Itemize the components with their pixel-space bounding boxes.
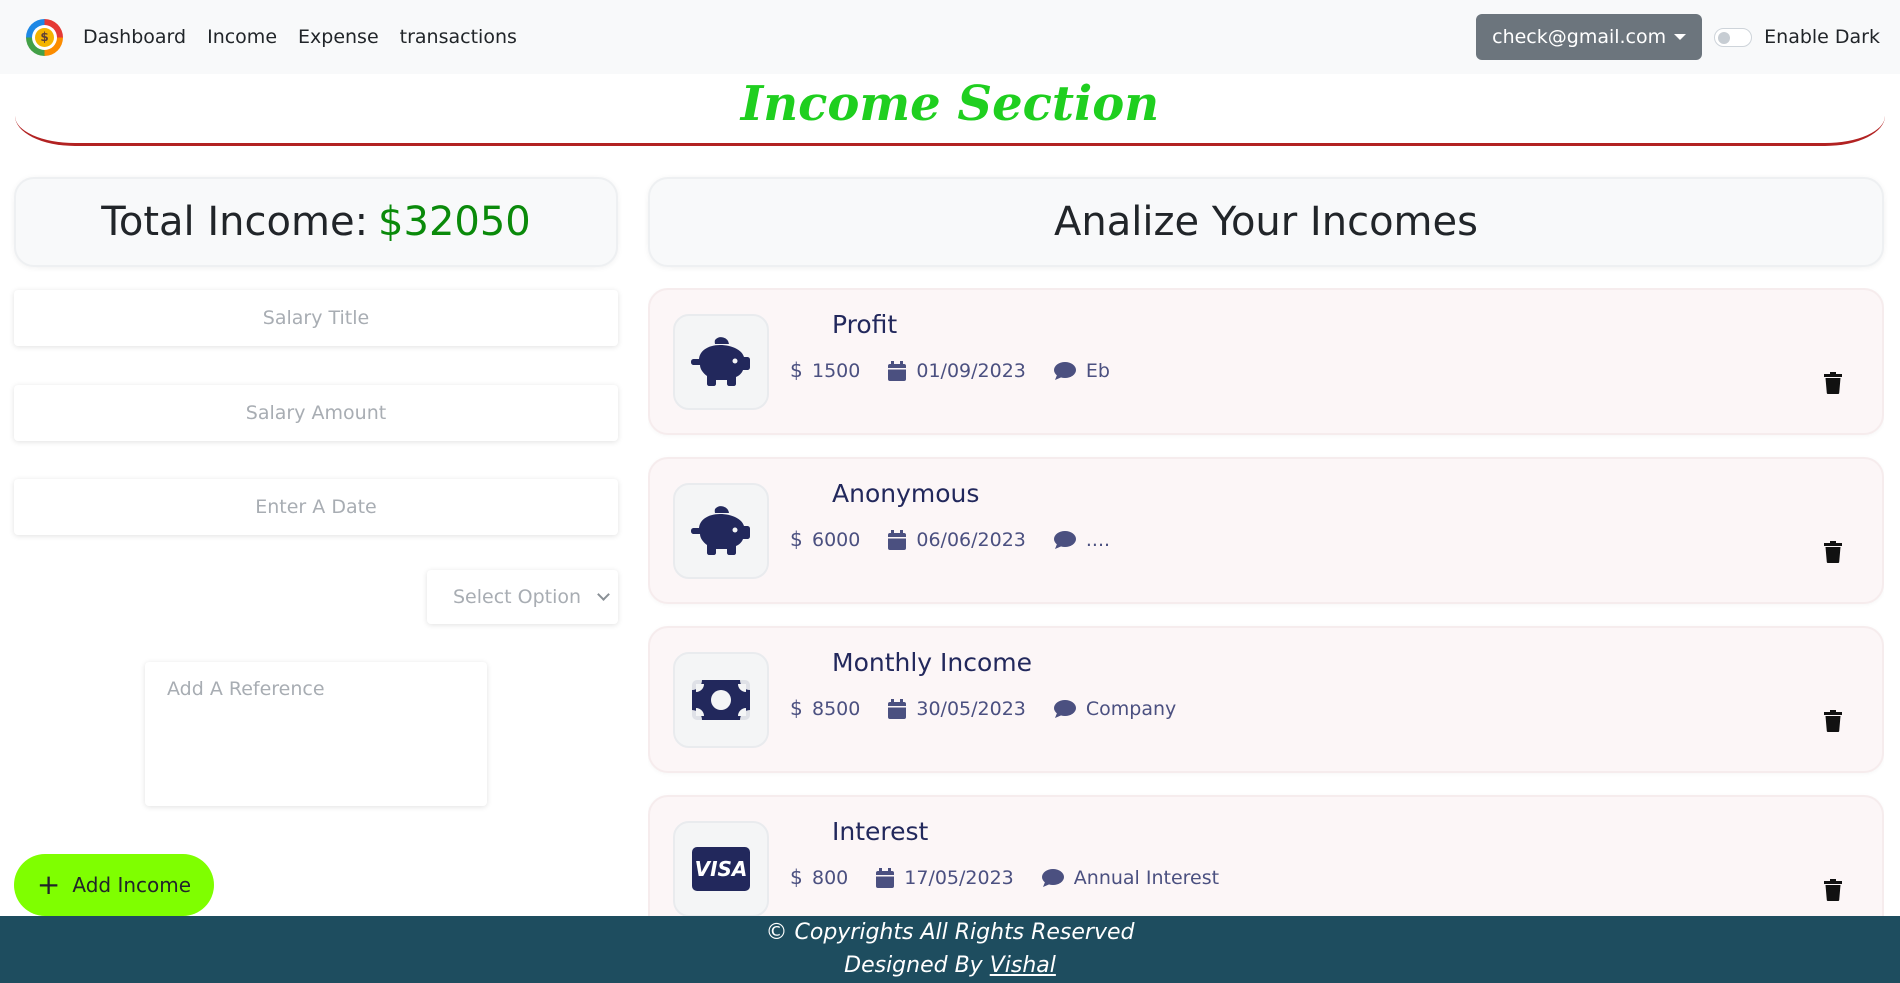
calendar-icon [888,361,907,381]
income-amount: 1500 [812,360,861,382]
delete-trash-icon[interactable] [1824,879,1842,905]
svg-text:$: $ [790,867,802,889]
income-date: 17/05/2023 [904,867,1014,889]
total-income-card: Total Income: $32050 [14,177,618,267]
piggy-bank-icon [673,314,769,410]
comment-icon [1053,362,1076,380]
income-date: 01/09/2023 [916,360,1026,382]
calendar-icon [876,868,895,888]
income-item: VISA Interest $800 17/05/2023 Annual Int… [648,795,1884,916]
income-amount: 800 [812,867,849,889]
income-note: Annual Interest [1073,867,1220,889]
calendar-icon [888,530,907,550]
income-item: Anonymous $6000 06/06/2023 .... [648,457,1884,604]
date-input[interactable] [14,479,618,535]
reference-textarea[interactable] [145,662,487,806]
delete-trash-icon[interactable] [1824,372,1842,398]
income-list: Profit $1500 01/09/2023 Eb Anonymous $60… [648,288,1884,916]
income-meta: $800 17/05/2023 Annual Interest [790,867,1247,889]
dollar-icon: $ [790,867,802,889]
caret-down-icon [1674,34,1687,40]
nav-right: check@gmail.com Enable Dark [1476,14,1880,60]
dollar-icon: $ [790,360,802,382]
page-title: Income Section [740,76,1160,132]
salary-amount-input[interactable] [14,385,618,441]
footer-copyright: © Copyrights All Rights Reserved [765,920,1135,945]
footer-designed-by: Designed By [844,953,983,978]
footer: © Copyrights All Rights Reserved Designe… [0,916,1900,983]
income-note: Company [1085,698,1177,720]
app-logo-icon[interactable]: $ [26,18,63,56]
svg-text:VISA: VISA [695,857,748,881]
nav-link-expense[interactable]: Expense [298,26,379,48]
income-title: Anonymous [832,479,980,508]
dollar-icon: $ [790,529,802,551]
income-meta: $6000 06/06/2023 .... [790,529,1138,551]
analysis-title: Analize Your Incomes [1054,199,1478,245]
income-note: .... [1085,529,1111,551]
income-date: 30/05/2023 [916,698,1026,720]
svg-text:$: $ [790,360,802,382]
money-bill-icon [673,652,769,748]
piggy-bank-icon [673,483,769,579]
svg-text:$: $ [790,529,802,551]
income-item: Profit $1500 01/09/2023 Eb [648,288,1884,435]
user-dropdown-button[interactable]: check@gmail.com [1476,14,1703,60]
section-header: Income Section [15,62,1885,146]
toggle-knob [1718,31,1731,44]
income-title: Monthly Income [832,648,1033,677]
chevron-down-icon [597,588,610,601]
income-meta: $1500 01/09/2023 Eb [790,360,1138,382]
income-title: Profit [832,310,898,339]
income-title: Interest [832,817,929,846]
nav-link-dashboard[interactable]: Dashboard [83,26,186,48]
user-email: check@gmail.com [1492,26,1667,48]
plus-icon: + [36,868,61,901]
svg-text:$: $ [790,698,802,720]
visa-card-icon: VISA [673,821,769,916]
income-meta: $8500 30/05/2023 Company [790,698,1204,720]
dark-mode-toggle[interactable] [1714,27,1753,47]
income-amount: 6000 [812,529,861,551]
dollar-icon: $ [790,698,802,720]
dark-mode-label: Enable Dark [1764,26,1880,48]
income-amount: 8500 [812,698,861,720]
comment-icon [1053,700,1076,718]
footer-credit: Designed By Vishal [0,949,1900,982]
footer-author-link[interactable]: Vishal [990,953,1056,978]
delete-trash-icon[interactable] [1824,710,1842,736]
comment-icon [1041,869,1064,887]
delete-trash-icon[interactable] [1824,541,1842,567]
analysis-header-card: Analize Your Incomes [648,177,1884,267]
add-income-label: Add Income [72,873,192,897]
salary-title-input[interactable] [14,290,618,346]
income-note: Eb [1085,360,1110,382]
comment-icon [1053,531,1076,549]
nav-link-transactions[interactable]: transactions [400,26,517,48]
add-income-button[interactable]: + Add Income [14,854,214,916]
calendar-icon [888,699,907,719]
total-income-amount: $32050 [378,199,531,245]
nav-link-income[interactable]: Income [207,26,277,48]
category-select[interactable]: Select Option [427,570,618,624]
total-income-label: Total Income: [101,199,369,245]
category-select-value: Select Option [453,586,582,608]
income-date: 06/06/2023 [916,529,1026,551]
income-item: Monthly Income $8500 30/05/2023 Company [648,626,1884,773]
